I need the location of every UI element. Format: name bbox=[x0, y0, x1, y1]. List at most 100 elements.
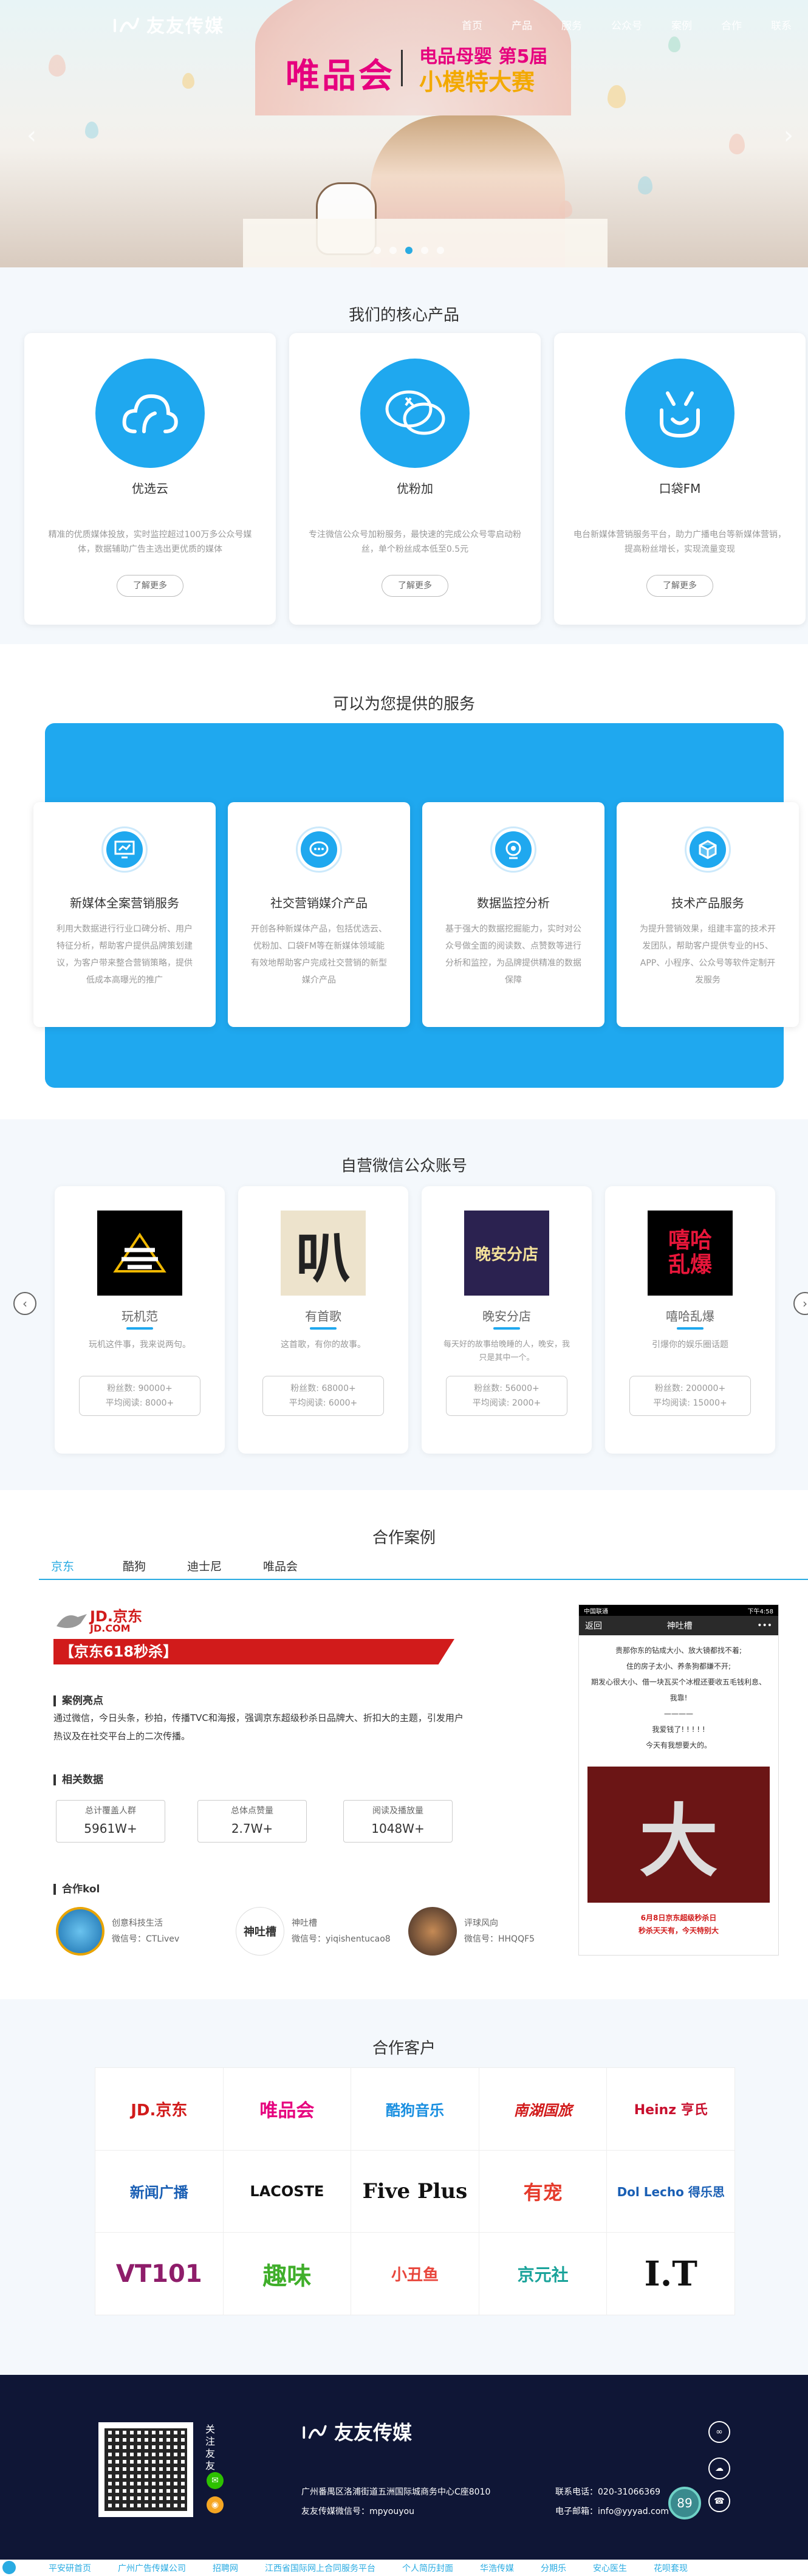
back-button[interactable]: 返回 bbox=[585, 1619, 602, 1632]
bottom-link[interactable]: 安心医生 bbox=[593, 2562, 627, 2574]
service-card[interactable]: 新媒体全案营销服务 利用大数据进行行业口碑分析、用户特征分析，帮助客户提供品牌策… bbox=[33, 802, 216, 1027]
service-card[interactable]: 技术产品服务 为提升营销效果，组建丰富的技术开发团队，帮助客户提供专业的H5、A… bbox=[617, 802, 799, 1027]
service-desc: 利用大数据进行行业口碑分析、用户特征分析，帮助客户提供品牌策划建议，为客户带来整… bbox=[56, 924, 193, 985]
highlight-text: 通过微信，今日头条，秒拍，传播TVC和海报，强调京东超级秒杀日品牌大、折扣大的主… bbox=[53, 1712, 464, 1742]
logo-icon bbox=[114, 18, 139, 32]
banner-dot[interactable] bbox=[389, 247, 397, 254]
banner-dot[interactable] bbox=[405, 247, 413, 254]
time-text: 下午4:58 bbox=[747, 1609, 773, 1615]
bottom-link[interactable]: 招聘网 bbox=[213, 2562, 238, 2574]
service-desc: 为提升营销效果，组建丰富的技术开发团队，帮助客户提供专业的H5、APP、小程序、… bbox=[640, 924, 776, 985]
account-card[interactable]: 晚安分店 晚安分店 每天好的故事给晚睡的人，晚安，我只是其中一个。 粉丝数: 5… bbox=[422, 1186, 592, 1454]
account-desc: 这首歌，有你的故事。 bbox=[281, 1340, 366, 1350]
accounts-prev-arrow[interactable]: ‹ bbox=[13, 1292, 36, 1315]
nav-partners[interactable]: 合作 bbox=[721, 17, 742, 32]
avg-reads: 平均阅读: 8000+ bbox=[105, 1398, 174, 1408]
account-card[interactable]: 叭 有首歌 这首歌，有你的故事。 粉丝数: 68000+ 平均阅读: 6000+ bbox=[238, 1186, 408, 1454]
tab-vip[interactable]: 唯品会 bbox=[251, 1556, 310, 1579]
learn-more-button[interactable]: 了解更多 bbox=[646, 575, 713, 597]
qr-code-image bbox=[98, 2422, 193, 2517]
phone-article: 贵那你东的钻成大小、放大镜都找不着; 住的房子太小、养条狗都嫌不开; 期发心很大… bbox=[579, 1635, 778, 1760]
banner-next-arrow[interactable]: › bbox=[784, 122, 793, 149]
account-logo bbox=[97, 1211, 182, 1296]
stat-box: 总体点赞量 2.7W+ bbox=[197, 1800, 307, 1843]
service-card[interactable]: 数据监控分析 基于强大的数据挖掘能力，实时对公众号做全面的阅读数、点赞数等进行分… bbox=[422, 802, 604, 1027]
avatar bbox=[408, 1907, 457, 1956]
kol-id: 微信号：HHQQF5 bbox=[464, 1934, 535, 1944]
site-logo[interactable]: 友友传媒 bbox=[112, 11, 224, 38]
camera-icon bbox=[490, 826, 536, 873]
account-card[interactable]: 嘻哈 乱爆 嘻哈乱爆 引爆你的娱乐圈话题 粉丝数: 200000+ 平均阅读: 15… bbox=[605, 1186, 775, 1454]
cases-title: 合作案例 bbox=[372, 1529, 436, 1547]
bottom-link[interactable]: 花呗套现 bbox=[654, 2562, 688, 2574]
bottom-link[interactable]: 华浩传媒 bbox=[480, 2562, 514, 2574]
footer-logo: 友友传媒 bbox=[301, 2417, 412, 2445]
wechat-icon[interactable]: ✉ bbox=[207, 2472, 224, 2489]
learn-more-button[interactable]: 了解更多 bbox=[382, 575, 448, 597]
nav-services[interactable]: 服务 bbox=[561, 17, 582, 32]
bottom-link[interactable]: 江西省国际网上合同服务平台 bbox=[265, 2562, 375, 2574]
client-logo: 京元社 bbox=[479, 2233, 608, 2315]
banner-prev-arrow[interactable]: ‹ bbox=[27, 122, 36, 149]
nav-links: 首页 产品 服务 公众号 案例 合作 联系 bbox=[462, 17, 792, 32]
stat-box: 阅读及播放量 1048W+ bbox=[343, 1800, 453, 1843]
clients-title: 合作客户 bbox=[372, 2039, 436, 2058]
account-stats: 粉丝数: 90000+ 平均阅读: 8000+ bbox=[79, 1376, 200, 1416]
account-divider bbox=[677, 1327, 704, 1330]
bar-icon[interactable] bbox=[2, 2561, 16, 2574]
account-name: 嘻哈乱爆 bbox=[666, 1309, 714, 1324]
article-line: 我爱钱了! ! ! ! ! bbox=[652, 1725, 705, 1734]
nav-products[interactable]: 产品 bbox=[512, 17, 532, 32]
account-card[interactable]: 玩机范 玩机这件事，我来说两句。 粉丝数: 90000+ 平均阅读: 8000+ bbox=[55, 1186, 225, 1454]
video-thumbnail[interactable]: 大 bbox=[587, 1767, 770, 1903]
stat-value: 5961W+ bbox=[84, 1821, 137, 1836]
bottom-link[interactable]: 个人简历封面 bbox=[402, 2562, 453, 2574]
stat-value: 1048W+ bbox=[371, 1821, 425, 1836]
account-stats: 粉丝数: 68000+ 平均阅读: 6000+ bbox=[262, 1376, 384, 1416]
account-name: 玩机范 bbox=[122, 1309, 158, 1324]
article-line: 期发心很大小、借一块瓦买个冰棍还要收五毛钱利息、我靠! bbox=[591, 1678, 766, 1702]
tab-disney[interactable]: 迪士尼 bbox=[175, 1556, 234, 1579]
bottom-link[interactable]: 广州广告传媒公司 bbox=[118, 2562, 186, 2574]
nav-contact[interactable]: 联系 bbox=[771, 17, 792, 32]
kol-item[interactable]: 评球风向 微信号：HHQQF5 bbox=[408, 1907, 535, 1956]
article-line: 住的房子太小、养条狗都嫌不开; bbox=[626, 1662, 731, 1671]
score-badge[interactable]: 89 bbox=[668, 2487, 701, 2519]
logo-text: 友友传媒 bbox=[146, 16, 224, 37]
banner-dot[interactable] bbox=[374, 247, 381, 254]
account-logo: 晚安分店 bbox=[464, 1211, 549, 1296]
qr-caption: 关注友友 bbox=[205, 2423, 216, 2471]
bottom-links: 平安研首页 广州广告传媒公司 招聘网 江西省国际网上合同服务平台 个人简历封面 … bbox=[0, 2560, 808, 2576]
kol-name: 创意科技生活 bbox=[112, 1918, 163, 1928]
product-card[interactable]: 优粉加 专注微信公众号加粉服务，最快速的完成公众号零启动粉丝，单个粉丝成本低至0… bbox=[289, 333, 541, 625]
weibo-icon[interactable]: ◉ bbox=[207, 2496, 224, 2513]
hero-banner[interactable]: 友友传媒 首页 产品 服务 公众号 案例 合作 联系 唯品会 电品母婴 第5届 … bbox=[0, 0, 808, 267]
tab-jd[interactable]: 京东 bbox=[39, 1556, 86, 1579]
more-icon[interactable]: ••• bbox=[757, 1621, 772, 1630]
article-line: ———— bbox=[664, 1709, 693, 1718]
client-logo: 有宠 bbox=[479, 2150, 608, 2233]
kol-item[interactable]: 创意科技生活 微信号：CTLivev bbox=[56, 1907, 179, 1956]
learn-more-button[interactable]: 了解更多 bbox=[117, 575, 183, 597]
nav-cases[interactable]: 案例 bbox=[671, 17, 692, 32]
phone-icon[interactable]: ☎ bbox=[708, 2490, 730, 2512]
product-card[interactable]: 口袋FM 电台新媒体营销服务平台，助力广播电台等新媒体营销，提高粉丝增长，实现流… bbox=[554, 333, 806, 625]
nav-home[interactable]: 首页 bbox=[462, 17, 482, 32]
client-logo: Dol Lecho 得乐思 bbox=[607, 2150, 735, 2233]
avg-reads: 平均阅读: 15000+ bbox=[653, 1398, 727, 1408]
account-divider bbox=[493, 1327, 520, 1330]
banner-dot[interactable] bbox=[421, 247, 428, 254]
nav-accounts[interactable]: 公众号 bbox=[611, 17, 642, 32]
tab-kugou[interactable]: 酷狗 bbox=[111, 1556, 158, 1579]
chat-bubble-icon[interactable]: ☁ bbox=[708, 2458, 730, 2479]
bottom-link[interactable]: 分期乐 bbox=[541, 2562, 566, 2574]
carrier-text: 中国联通 bbox=[584, 1609, 608, 1615]
client-logo: JD.京东 bbox=[95, 2068, 224, 2151]
kol-item[interactable]: 神吐槽 神吐槽 微信号：yiqishentucao8 bbox=[236, 1907, 391, 1956]
service-card[interactable]: 社交营销媒介产品 开创各种新媒体产品，包括优选云、优粉加、口袋FM等在新媒体领域… bbox=[228, 802, 410, 1027]
bottom-link[interactable]: 平安研首页 bbox=[49, 2562, 91, 2574]
product-card[interactable]: 优选云 精准的优质媒体投放，实时监控超过100万多公众号媒体，数据辅助广告主选出… bbox=[24, 333, 276, 625]
banner-dot[interactable] bbox=[437, 247, 444, 254]
accounts-title: 自营微信公众账号 bbox=[340, 1157, 467, 1175]
link-icon[interactable]: ∞ bbox=[708, 2421, 730, 2443]
